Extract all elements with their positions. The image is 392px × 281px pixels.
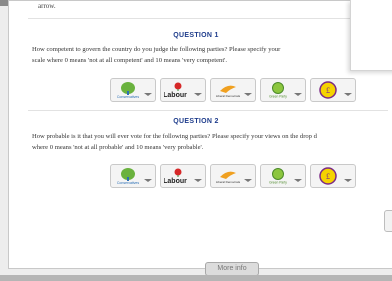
svg-text:£: £ xyxy=(326,172,330,181)
q2-libdem-dropdown[interactable]: Liberal Democrats xyxy=(210,164,256,188)
labour-rose-icon: Labour xyxy=(164,82,187,99)
green-party-icon: Green Party xyxy=(269,168,287,185)
svg-text:Liberal Democrats: Liberal Democrats xyxy=(216,180,241,184)
conservative-tree-icon: Conservatives xyxy=(117,168,139,185)
q2-ukip-dropdown[interactable]: £ xyxy=(310,164,356,188)
divider xyxy=(28,18,388,19)
q1-ukip-dropdown[interactable]: £ xyxy=(310,78,356,102)
svg-text:Green Party: Green Party xyxy=(269,181,287,185)
svg-text:Labour: Labour xyxy=(164,92,187,99)
chevron-down-icon xyxy=(244,93,252,96)
conservative-tree-icon: Conservatives xyxy=(117,82,139,99)
bottom-scroll-bar[interactable] xyxy=(0,275,392,281)
chevron-down-icon xyxy=(244,179,252,182)
green-party-icon: Green Party xyxy=(269,82,287,99)
q2-green-dropdown[interactable]: Green Party xyxy=(260,164,306,188)
svg-text:Liberal Democrats: Liberal Democrats xyxy=(216,94,241,98)
libdem-bird-icon: Liberal Democrats xyxy=(216,85,241,98)
question-2-title: QUESTION 2 xyxy=(173,118,219,125)
svg-text:£: £ xyxy=(326,86,330,95)
chevron-down-icon xyxy=(294,93,302,96)
q2-conservatives-dropdown[interactable]: Conservatives xyxy=(110,164,156,188)
q1-labour-dropdown[interactable]: Labour xyxy=(160,78,206,102)
labour-rose-icon: Labour xyxy=(164,168,187,185)
q1-conservatives-dropdown[interactable]: Conservatives xyxy=(110,78,156,102)
svg-text:Conservatives: Conservatives xyxy=(117,95,139,99)
svg-text:Conservatives: Conservatives xyxy=(117,181,139,185)
chevron-down-icon xyxy=(294,179,302,182)
divider xyxy=(28,110,388,111)
question-2-text: How probable is it that you will ever vo… xyxy=(32,133,317,151)
previous-instruction-text: arrow. xyxy=(38,2,56,10)
svg-text:Green Party: Green Party xyxy=(269,95,287,99)
more-info-button[interactable]: More info xyxy=(205,262,259,276)
svg-text:Labour: Labour xyxy=(164,178,187,185)
q2-labour-dropdown[interactable]: Labour xyxy=(160,164,206,188)
question-1-text: How competent to govern the country do y… xyxy=(32,46,281,64)
chevron-down-icon xyxy=(344,179,352,182)
chevron-down-icon xyxy=(344,93,352,96)
chevron-down-icon xyxy=(194,179,202,182)
chevron-down-icon xyxy=(144,179,152,182)
libdem-bird-icon: Liberal Democrats xyxy=(216,171,241,184)
q1-green-dropdown[interactable]: Green Party xyxy=(260,78,306,102)
ukip-pound-icon: £ xyxy=(319,167,337,185)
q1-libdem-dropdown[interactable]: Liberal Democrats xyxy=(210,78,256,102)
ukip-pound-icon: £ xyxy=(319,81,337,99)
chevron-down-icon xyxy=(194,93,202,96)
chevron-down-icon xyxy=(144,93,152,96)
next-button[interactable] xyxy=(384,210,392,232)
question-1-title: QUESTION 1 xyxy=(173,32,219,39)
